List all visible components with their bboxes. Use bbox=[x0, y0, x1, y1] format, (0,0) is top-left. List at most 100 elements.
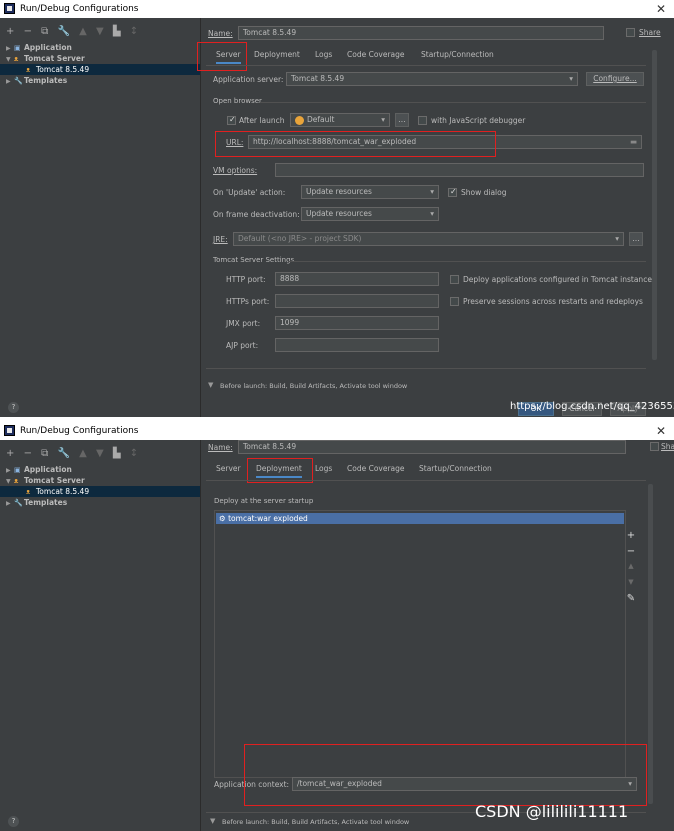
dialog-server-tab: Run/Debug Configurations ✕ + − ⧉ 🔧 ▲ ▼ ▙… bbox=[0, 0, 674, 417]
config-sidebar: + − ⧉ 🔧 ▲ ▼ ▙ ↕ ▶ ▣ Application ▼ ᴥ Tomcat S… bbox=[0, 440, 201, 831]
https-port-field[interactable] bbox=[275, 294, 439, 308]
copy-icon[interactable]: ⧉ bbox=[41, 26, 48, 37]
config-panel: Name: Tomcat 8.5.49 Share Server Deploym… bbox=[197, 18, 674, 417]
tab-startup-connection[interactable]: Startup/Connection bbox=[419, 462, 492, 478]
tab-server[interactable]: Server bbox=[216, 462, 241, 478]
highlight-app-context bbox=[244, 744, 647, 806]
share-checkbox[interactable] bbox=[626, 28, 635, 37]
wrench-icon: 🔧 bbox=[14, 499, 23, 507]
wrench-icon[interactable]: 🔧 bbox=[57, 448, 69, 459]
before-launch-arrow-icon[interactable]: ▼ bbox=[208, 381, 213, 389]
ajp-port-field[interactable] bbox=[275, 338, 439, 352]
before-launch-arrow-icon[interactable]: ▼ bbox=[210, 817, 215, 825]
scrollbar[interactable] bbox=[648, 484, 653, 804]
remove-artifact-icon[interactable]: − bbox=[626, 546, 636, 557]
deploy-apps-checkbox[interactable] bbox=[450, 275, 459, 284]
tree-item-tomcat-config[interactable]: ᴥ Tomcat 8.5.49 bbox=[0, 64, 200, 75]
tree-item-tomcat-server[interactable]: ▼ ᴥ Tomcat Server bbox=[0, 475, 200, 486]
app-icon bbox=[4, 3, 15, 14]
name-field[interactable]: Tomcat 8.5.49 bbox=[238, 26, 604, 40]
deploy-heading: Deploy at the server startup bbox=[214, 497, 314, 505]
move-up-icon[interactable]: ▲ bbox=[79, 448, 87, 459]
browser-select[interactable]: Default bbox=[290, 113, 390, 127]
config-tree: ▶ ▣ Application ▼ ᴥ Tomcat Server ᴥ Tomcat 8.… bbox=[0, 464, 200, 508]
chrome-icon bbox=[295, 115, 304, 125]
on-update-select[interactable]: Update resources bbox=[301, 185, 439, 199]
wrench-icon[interactable]: 🔧 bbox=[57, 26, 69, 37]
https-port-label: HTTPs port: bbox=[226, 297, 270, 306]
tree-item-tomcat-server[interactable]: ▼ ᴥ Tomcat Server bbox=[0, 53, 200, 64]
sort-icon[interactable]: ↕ bbox=[130, 448, 138, 459]
tab-code-coverage[interactable]: Code Coverage bbox=[347, 48, 405, 64]
move-down-icon[interactable]: ▼ bbox=[96, 448, 104, 459]
move-down-icon[interactable]: ▼ bbox=[96, 26, 104, 37]
jmx-port-field[interactable]: 1099 bbox=[275, 316, 439, 330]
edit-artifact-icon[interactable]: ✎ bbox=[626, 593, 636, 604]
sort-icon[interactable]: ↕ bbox=[130, 26, 138, 37]
scrollbar[interactable] bbox=[652, 50, 657, 360]
on-frame-label: On frame deactivation: bbox=[213, 210, 300, 219]
jre-label: JRE: bbox=[213, 235, 228, 244]
section-divider bbox=[206, 368, 646, 369]
list-item[interactable]: ⚙ tomcat:war exploded bbox=[216, 513, 624, 524]
tree-item-label: Application bbox=[24, 43, 72, 52]
app-server-select[interactable]: Tomcat 8.5.49 bbox=[286, 72, 578, 86]
tree-item-label: Tomcat Server bbox=[24, 476, 85, 485]
add-artifact-icon[interactable]: + bbox=[626, 530, 636, 541]
after-launch-label: After launch bbox=[239, 116, 285, 125]
watermark-url: https://blog.csdn.net/qq_42365534 bbox=[510, 401, 674, 412]
add-icon[interactable]: + bbox=[6, 448, 14, 459]
tab-code-coverage[interactable]: Code Coverage bbox=[347, 462, 405, 478]
move-down-icon[interactable]: ▼ bbox=[626, 578, 636, 586]
before-launch-label: Before launch: Build, Build Artifacts, A… bbox=[220, 382, 408, 390]
help-icon[interactable]: ? bbox=[8, 402, 19, 413]
move-up-icon[interactable]: ▲ bbox=[626, 562, 636, 570]
folder-icon[interactable]: ▙ bbox=[113, 26, 121, 37]
tree-item-templates[interactable]: ▶ 🔧Templates bbox=[0, 75, 200, 86]
sidebar-toolbar: + − ⧉ 🔧 ▲ ▼ ▙ ↕ bbox=[6, 448, 144, 460]
jmx-port-label: JMX port: bbox=[226, 319, 261, 328]
jre-select[interactable]: Default (<no JRE> - project SDK) bbox=[233, 232, 624, 246]
deploy-apps-label: Deploy applications configured in Tomcat… bbox=[463, 275, 652, 284]
dialog-deployment-tab: Run/Debug Configurations ✕ + − ⧉ 🔧 ▲ ▼ ▙… bbox=[0, 422, 674, 831]
add-icon[interactable]: + bbox=[6, 26, 14, 37]
folder-icon[interactable]: ▬ bbox=[630, 137, 637, 146]
configure-button[interactable]: Configure... bbox=[586, 72, 644, 86]
tree-item-application[interactable]: ▶ ▣ Application bbox=[0, 464, 200, 475]
tree-item-templates[interactable]: ▶ 🔧Templates bbox=[0, 497, 200, 508]
share-checkbox[interactable] bbox=[650, 442, 659, 451]
http-port-field[interactable]: 8888 bbox=[275, 272, 439, 286]
preserve-sessions-checkbox[interactable] bbox=[450, 297, 459, 306]
before-launch-label: Before launch: Build, Build Artifacts, A… bbox=[222, 818, 410, 826]
copy-icon[interactable]: ⧉ bbox=[41, 448, 48, 459]
show-dialog-checkbox[interactable] bbox=[448, 187, 457, 197]
vm-options-field[interactable] bbox=[275, 163, 644, 177]
tree-item-tomcat-config[interactable]: ᴥ Tomcat 8.5.49 bbox=[0, 486, 200, 497]
section-divider bbox=[288, 261, 646, 262]
name-field[interactable]: Tomcat 8.5.49 bbox=[238, 440, 626, 454]
close-icon[interactable]: ✕ bbox=[656, 2, 666, 16]
tab-deployment[interactable]: Deployment bbox=[254, 48, 300, 64]
tomcat-settings-heading: Tomcat Server Settings bbox=[213, 256, 295, 264]
after-launch-checkbox[interactable] bbox=[227, 115, 236, 125]
help-icon[interactable]: ? bbox=[8, 816, 19, 827]
remove-icon[interactable]: − bbox=[24, 26, 32, 37]
window-title: Run/Debug Configurations bbox=[20, 4, 139, 14]
remove-icon[interactable]: − bbox=[24, 448, 32, 459]
folder-icon[interactable]: ▙ bbox=[113, 448, 121, 459]
expand-arrow-icon[interactable]: ▶ bbox=[6, 76, 14, 87]
tab-logs[interactable]: Logs bbox=[315, 462, 332, 478]
tab-logs[interactable]: Logs bbox=[315, 48, 332, 64]
on-frame-select[interactable]: Update resources bbox=[301, 207, 439, 221]
move-up-icon[interactable]: ▲ bbox=[79, 26, 87, 37]
browse-button[interactable]: ... bbox=[395, 113, 409, 127]
close-icon[interactable]: ✕ bbox=[656, 424, 666, 438]
artifact-list[interactable]: ⚙ tomcat:war exploded bbox=[214, 510, 626, 778]
watermark-csdn: CSDN @lililili11111 bbox=[475, 802, 629, 821]
expand-arrow-icon[interactable]: ▶ bbox=[6, 498, 14, 509]
js-debugger-checkbox[interactable] bbox=[418, 116, 427, 125]
jre-browse-button[interactable]: … bbox=[629, 232, 643, 246]
tree-item-application[interactable]: ▶ ▣ Application bbox=[0, 42, 200, 53]
tab-startup-connection[interactable]: Startup/Connection bbox=[421, 48, 494, 64]
artifact-label: tomcat:war exploded bbox=[228, 514, 308, 523]
